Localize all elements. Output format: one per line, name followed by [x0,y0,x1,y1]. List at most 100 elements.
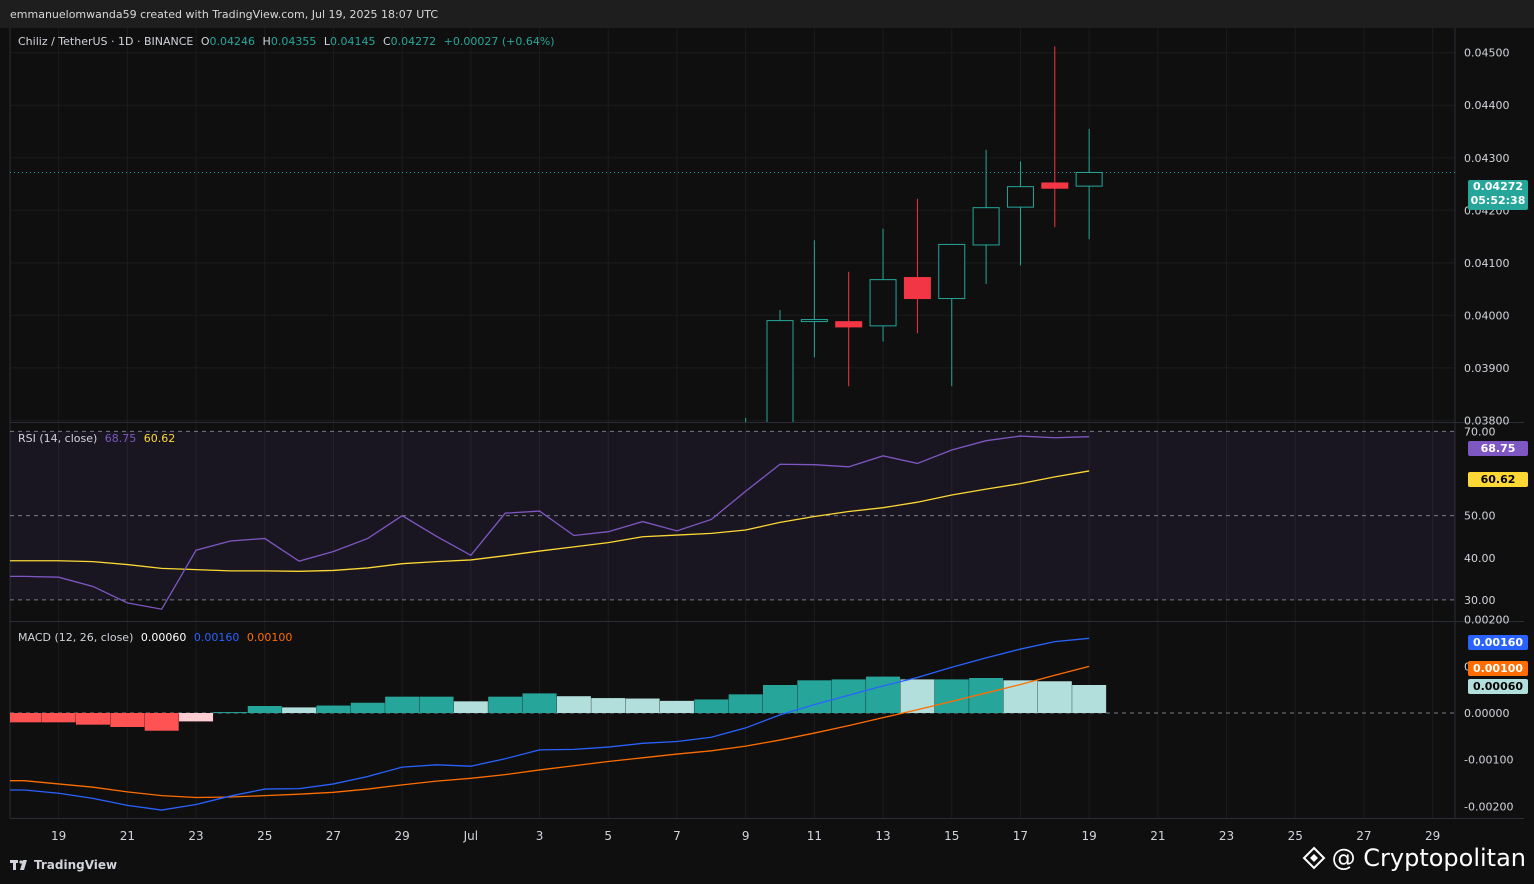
macd-hist-bar [831,679,866,713]
x-tick-label: 15 [944,829,959,843]
macd-hist-bar [728,694,763,713]
x-tick-label: 23 [188,829,203,843]
macd-hist-bar [1003,680,1038,713]
rsi-legend: RSI (14, close) 68.75 60.62 [18,432,179,445]
candle [1041,46,1069,228]
macd-pane[interactable] [10,637,1455,811]
countdown-value: 05:52:38 [1470,194,1526,207]
x-tick-label: 29 [395,829,410,843]
macd-hist-bar [419,696,454,713]
candle [869,228,897,342]
macd-label: MACD (12, 26, close) [18,631,134,644]
x-tick-label: 21 [120,829,135,843]
candle-body [800,319,828,323]
macd-hist-bar [488,696,523,713]
binance-diamond-icon [1302,846,1326,870]
x-tick-label: 21 [1150,829,1165,843]
high-label: H [262,35,271,48]
x-tick-label: 25 [1288,829,1303,843]
macd-hist-bar [179,713,214,722]
rsi-tick-label: 50.00 [1464,510,1496,523]
close-value: 0.04272 [390,35,437,48]
rsi-tick-label: 30.00 [1464,594,1496,607]
change-value: +0.00027 (+0.64%) [443,35,555,48]
macd-hist-bar [110,713,145,727]
price-tick-label: 0.04300 [1464,152,1510,165]
tradingview-logo[interactable]: TradingView [10,858,117,872]
candle-body [869,279,897,327]
candle-body [835,321,863,328]
macd-hist-bar [350,702,385,713]
symbol-label: Chiliz / TetherUS · 1D · BINANCE [18,35,194,48]
price-pane[interactable] [10,46,1455,494]
x-tick-label: 9 [742,829,750,843]
macd-hist-bar [866,676,901,713]
high-value: 0.04355 [270,35,317,48]
macd-hist-bar [213,712,248,714]
macd-hist-bar [659,700,694,713]
candle [800,240,828,358]
rsi-ma-value: 60.62 [143,432,176,445]
macd-hist-bar [625,698,660,713]
x-tick-label: 19 [1082,829,1097,843]
macd-hist-bar [522,693,557,713]
last-price-tag: 0.04272 05:52:38 [1468,180,1528,210]
low-value: 0.04145 [329,35,376,48]
signal-tag: 0.00100 [1468,661,1528,676]
x-tick-label: Jul [463,829,478,843]
macd-hist-bar [453,701,488,713]
macd-hist-bar [591,698,626,713]
macd-tick-label: 0.00200 [1464,614,1510,627]
macd-tick-label: -0.00100 [1464,754,1513,767]
candle-body [766,320,794,422]
rsi-label: RSI (14, close) [18,432,98,445]
open-value: 0.04246 [209,35,256,48]
price-tick-label: 0.04400 [1464,99,1510,112]
candle [835,271,863,387]
close-label: C [382,35,391,48]
macd-hist-bar [900,679,935,713]
rsi-tick-label: 70.00 [1464,425,1496,438]
price-tick-label: 0.04500 [1464,47,1510,60]
x-tick-label: 27 [326,829,341,843]
x-tick-label: 13 [875,829,890,843]
macd-hist-bar [41,713,76,723]
top-bar: emmanuelomwanda59 created with TradingVi… [0,0,1534,28]
macd-hist-bar [282,707,317,713]
x-tick-label: 3 [536,829,544,843]
price-tick-label: 0.04000 [1464,309,1510,322]
rsi-ma-tag: 60.62 [1468,472,1528,487]
candle-body [1041,182,1069,189]
candle-body [1075,171,1103,187]
macd-hist-bar [934,679,969,713]
price-legend: Chiliz / TetherUS · 1D · BINANCE O0.0424… [18,35,559,48]
macd-hist-bar [694,699,729,713]
macd-hist-bar [1072,685,1107,713]
x-tick-label: 27 [1356,829,1371,843]
hist-value: 0.00060 [140,631,187,644]
candle [1075,128,1103,240]
open-label: O [200,35,210,48]
candle-body [938,243,966,300]
macd-hist-bar [247,706,282,713]
rsi-pane[interactable] [10,430,1455,610]
x-tick-label: 7 [673,829,681,843]
watermark-text: @ Cryptopolitan [1331,844,1526,872]
macd-hist-bar [144,713,179,731]
price-tick-label: 0.03900 [1464,362,1510,375]
candle-body [972,207,1000,246]
x-tick-label: 11 [807,829,822,843]
macd-hist-bar [316,705,351,713]
tradingview-icon [10,860,27,870]
macd-tag: 0.00160 [1468,635,1528,650]
tradingview-label: TradingView [34,858,118,872]
rsi-tag: 68.75 [1468,441,1528,456]
macd-legend: MACD (12, 26, close) 0.00060 0.00160 0.0… [18,631,296,644]
signal-value: 0.00100 [246,631,293,644]
rsi-value: 68.75 [104,432,137,445]
x-tick-label: 29 [1425,829,1440,843]
macd-tick-label: -0.00200 [1464,800,1513,813]
rsi-tick-label: 40.00 [1464,552,1496,565]
candles [745,46,1103,422]
chart-area[interactable]: 19 21 23 25 27 29 Jul 3 5 7 9 11 13 15 17 19 21 23 25 27 29 0… [0,28,1534,850]
